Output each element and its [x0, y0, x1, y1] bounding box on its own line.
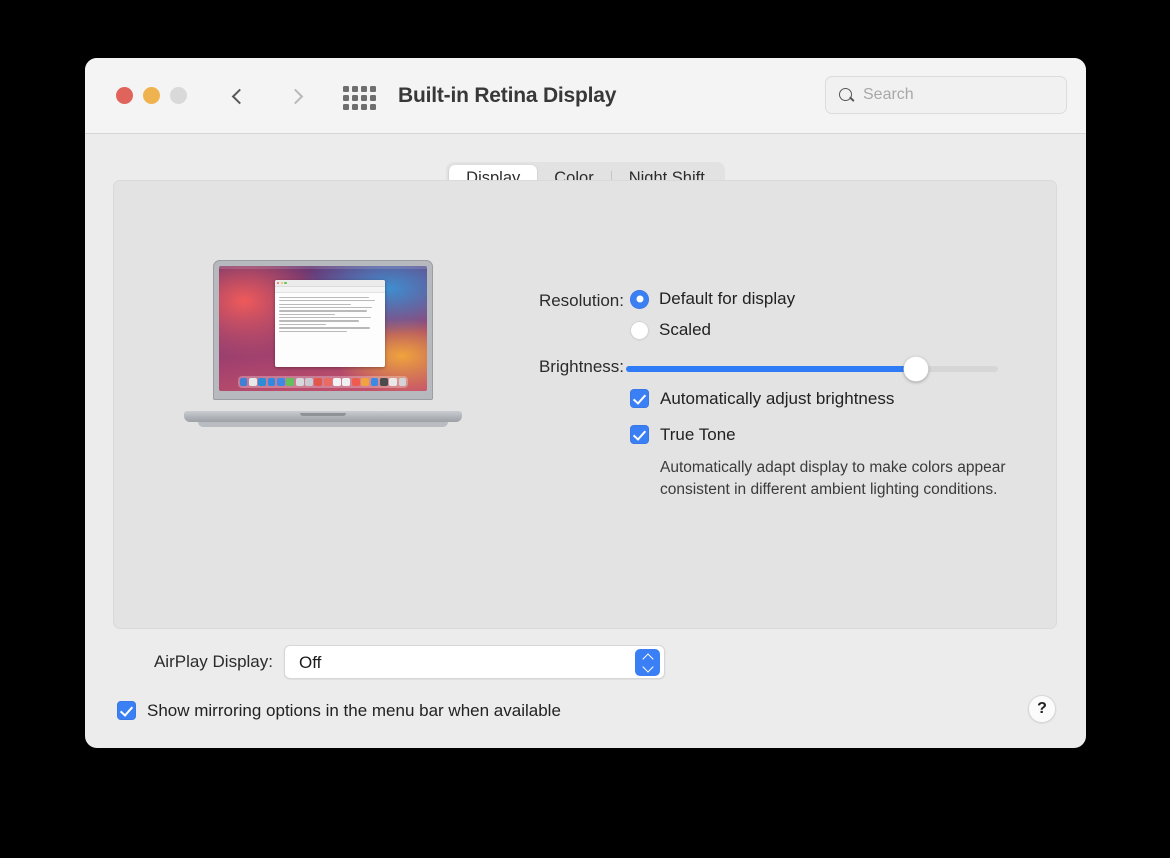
show-all-grid-icon[interactable]: [343, 86, 381, 110]
airplay-row: AirPlay Display: Off: [85, 645, 1086, 679]
resolution-label: Resolution:: [538, 291, 624, 310]
resolution-option-scaled-label: Scaled: [659, 320, 711, 339]
mirroring-checkbox[interactable]: [117, 701, 136, 720]
system-preferences-window: Built-in Retina Display Search Display C…: [85, 58, 1086, 748]
resolution-option-scaled[interactable]: Scaled: [630, 320, 711, 340]
settings-column: Resolution: Default for display Scaled B…: [114, 181, 1056, 628]
search-field[interactable]: Search: [825, 76, 1067, 114]
forward-button[interactable]: [281, 82, 309, 110]
auto-brightness-row[interactable]: Automatically adjust brightness: [630, 389, 894, 408]
slider-knob[interactable]: [903, 356, 929, 382]
auto-brightness-label: Automatically adjust brightness: [660, 389, 895, 408]
slider-fill: [626, 366, 917, 372]
window-toolbar: Built-in Retina Display Search: [85, 58, 1086, 134]
radio-button-unselected[interactable]: [630, 320, 649, 340]
minimize-button[interactable]: [143, 87, 160, 104]
back-button[interactable]: [225, 82, 253, 110]
mirroring-label: Show mirroring options in the menu bar w…: [147, 701, 561, 720]
radio-button-selected[interactable]: [630, 289, 649, 309]
airplay-label: AirPlay Display:: [153, 652, 273, 671]
true-tone-checkbox[interactable]: [630, 425, 649, 444]
resolution-option-default[interactable]: Default for display: [630, 289, 795, 309]
true-tone-description: Automatically adapt display to make colo…: [660, 459, 1006, 498]
zoom-button[interactable]: [170, 87, 187, 104]
auto-brightness-checkbox[interactable]: [630, 389, 649, 408]
true-tone-row[interactable]: True Tone: [630, 425, 736, 444]
airplay-selected-value: Off: [299, 653, 322, 672]
chevron-left-icon: [231, 88, 247, 104]
search-icon: [839, 87, 854, 103]
close-button[interactable]: [116, 87, 133, 104]
traffic-light-group: [116, 87, 187, 104]
resolution-option-default-label: Default for display: [659, 289, 796, 308]
mirroring-row[interactable]: Show mirroring options in the menu bar w…: [117, 701, 561, 720]
help-button[interactable]: ?: [1028, 695, 1056, 723]
brightness-slider[interactable]: [626, 356, 998, 382]
chevron-up-down-icon[interactable]: [635, 649, 660, 676]
page-title: Built-in Retina Display: [398, 84, 617, 107]
airplay-popup-button[interactable]: Off: [284, 645, 665, 679]
true-tone-label: True Tone: [660, 425, 736, 444]
search-placeholder: Search: [863, 86, 914, 103]
chevron-right-icon: [287, 88, 303, 104]
brightness-label: Brightness:: [538, 357, 624, 376]
display-settings-panel: Resolution: Default for display Scaled B…: [113, 180, 1057, 629]
